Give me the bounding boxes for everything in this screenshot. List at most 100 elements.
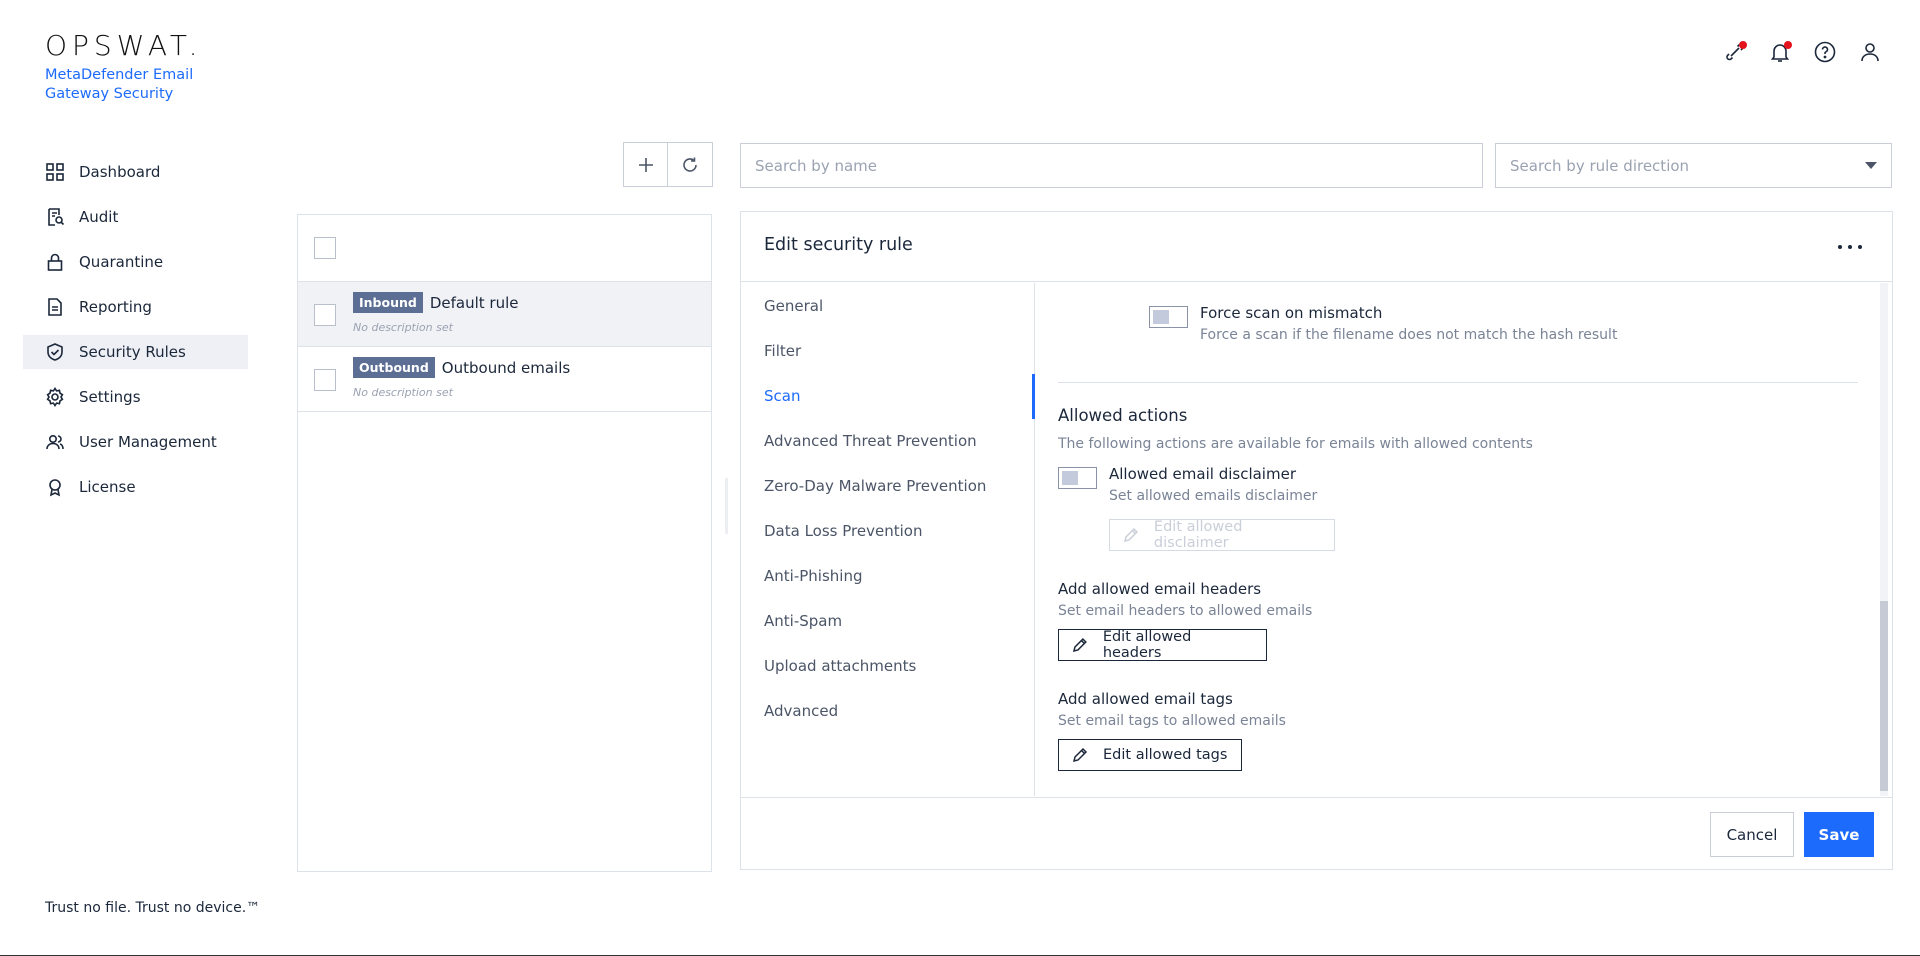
caret-down-icon — [1865, 162, 1877, 169]
more-icon — [1838, 245, 1842, 249]
sidebar-item-label: Security Rules — [79, 343, 186, 361]
dashboard-icon — [45, 162, 65, 182]
cancel-button[interactable]: Cancel — [1710, 812, 1794, 857]
section-divider — [1058, 382, 1858, 383]
sidebar-item-label: Audit — [79, 208, 119, 226]
sidebar-item-label: Dashboard — [79, 163, 161, 181]
refresh-icon — [683, 157, 697, 172]
allowed-disclaimer-label: Allowed email disclaimer — [1109, 465, 1296, 483]
direction-badge: Inbound — [353, 292, 423, 313]
sidebar-item-settings[interactable]: Settings — [23, 380, 248, 414]
more-options-button[interactable] — [1838, 237, 1862, 257]
rule-direction-placeholder: Search by rule direction — [1510, 156, 1690, 175]
scrollbar-thumb[interactable] — [1880, 601, 1888, 791]
allowed-actions-title: Allowed actions — [1058, 406, 1188, 425]
sidebar-item-label: Settings — [79, 388, 141, 406]
plus-icon — [638, 157, 653, 172]
rule-list-toolbar — [623, 142, 713, 187]
sidebar-item-dashboard[interactable]: Dashboard — [23, 155, 248, 189]
active-tab-indicator — [1032, 374, 1035, 419]
edit-allowed-disclaimer-button[interactable]: Edit allowed disclaimer — [1109, 519, 1335, 551]
lock-icon — [45, 252, 65, 272]
help-icon[interactable] — [1813, 40, 1837, 64]
tab-general[interactable]: General — [741, 283, 1034, 328]
button-label: Edit allowed tags — [1103, 747, 1228, 763]
tab-filter[interactable]: Filter — [741, 328, 1034, 373]
tab-anti-phishing[interactable]: Anti-Phishing — [741, 553, 1034, 598]
add-rule-button[interactable] — [623, 142, 668, 187]
audit-icon — [45, 207, 65, 227]
search-by-name-input[interactable] — [740, 143, 1483, 188]
user-icon[interactable] — [1858, 40, 1882, 64]
tab-zero-day-malware-prevention[interactable]: Zero-Day Malware Prevention — [741, 463, 1034, 508]
edit-panel-header: Edit security rule — [741, 212, 1892, 282]
content-scrollbar[interactable] — [1880, 283, 1888, 796]
tagline: Trust no file. Trust no device.™ — [45, 900, 261, 916]
direction-badge: Outbound — [353, 357, 435, 378]
force-scan-description: Force a scan if the filename does not ma… — [1200, 327, 1618, 343]
gear-icon — [45, 387, 65, 407]
sidebar-item-label: User Management — [79, 433, 217, 451]
save-button[interactable]: Save — [1804, 812, 1874, 857]
allowed-headers-description: Set email headers to allowed emails — [1058, 603, 1313, 619]
rule-name: Default rule — [429, 293, 519, 312]
rule-direction-select[interactable]: Search by rule direction — [1495, 143, 1892, 188]
force-scan-label: Force scan on mismatch — [1200, 304, 1383, 322]
sidebar-item-security-rules[interactable]: Security Rules — [23, 335, 248, 369]
rule-list-header — [298, 215, 711, 282]
users-icon — [45, 432, 65, 452]
allowed-tags-description: Set email tags to allowed emails — [1058, 713, 1286, 729]
pencil-icon — [1072, 747, 1088, 763]
sidebar-item-label: Reporting — [79, 298, 152, 316]
rule-section-tabs: General Filter Scan Advanced Threat Prev… — [741, 283, 1035, 796]
shield-check-icon — [45, 342, 65, 362]
sidebar-item-reporting[interactable]: Reporting — [23, 290, 248, 324]
product-name: MetaDefender Email Gateway Security — [45, 67, 194, 102]
pencil-icon — [1072, 638, 1087, 652]
sidebar-item-label: License — [79, 478, 136, 496]
rule-name: Outbound emails — [441, 358, 571, 377]
sidebar-item-audit[interactable]: Audit — [23, 200, 248, 234]
button-label: Edit allowed headers — [1102, 629, 1192, 661]
notification-dot — [1784, 41, 1792, 49]
tab-advanced-threat-prevention[interactable]: Advanced Threat Prevention — [741, 418, 1034, 463]
scan-settings-content: Force scan on mismatch Force a scan if t… — [1036, 283, 1892, 796]
edit-allowed-headers-button[interactable]: Edit allowed headers — [1058, 629, 1267, 661]
allowed-disclaimer-toggle[interactable] — [1058, 467, 1097, 489]
rule-checkbox[interactable] — [314, 304, 336, 326]
tab-data-loss-prevention[interactable]: Data Loss Prevention — [741, 508, 1034, 553]
rule-checkbox[interactable] — [314, 369, 336, 391]
brand-logo[interactable]: OPSWAT. MetaDefender Email Gateway Secur… — [45, 30, 205, 104]
edit-panel-footer: Cancel Save — [741, 797, 1892, 869]
allowed-actions-description: The following actions are available for … — [1058, 436, 1533, 452]
sidebar-item-user-management[interactable]: User Management — [23, 425, 248, 459]
allowed-disclaimer-description: Set allowed emails disclaimer — [1109, 488, 1318, 504]
panel-resize-handle[interactable] — [725, 478, 728, 534]
pencil-icon — [1123, 527, 1138, 543]
tab-upload-attachments[interactable]: Upload attachments — [741, 643, 1034, 688]
sidebar-item-license[interactable]: License — [23, 470, 248, 504]
allowed-headers-label: Add allowed email headers — [1058, 580, 1262, 598]
force-scan-toggle[interactable] — [1149, 306, 1188, 328]
document-icon — [45, 297, 65, 317]
award-icon — [45, 477, 65, 497]
refresh-button[interactable] — [668, 142, 713, 187]
rule-list: Inbound Default rule No description set … — [297, 214, 712, 872]
notification-dot — [1739, 41, 1747, 49]
integration-icon[interactable] — [1723, 40, 1747, 64]
sidebar-item-quarantine[interactable]: Quarantine — [23, 245, 248, 279]
opswat-logo: OPSWAT. — [45, 29, 203, 62]
panel-title: Edit security rule — [764, 235, 913, 255]
edit-allowed-tags-button[interactable]: Edit allowed tags — [1058, 739, 1242, 771]
button-label: Edit allowed disclaimer — [1153, 519, 1243, 551]
rule-description: No description set — [353, 321, 453, 334]
header-actions — [1723, 40, 1882, 64]
tab-anti-spam[interactable]: Anti-Spam — [741, 598, 1034, 643]
rule-row[interactable]: Inbound Default rule No description set — [298, 282, 711, 347]
rule-row[interactable]: Outbound Outbound emails No description … — [298, 347, 711, 412]
select-all-checkbox[interactable] — [314, 237, 336, 259]
tab-scan[interactable]: Scan — [741, 373, 1034, 418]
tab-advanced[interactable]: Advanced — [741, 688, 1034, 733]
bell-icon[interactable] — [1768, 40, 1792, 64]
sidebar-nav: Dashboard Audit Quarantine Reporting Sec… — [23, 155, 248, 515]
